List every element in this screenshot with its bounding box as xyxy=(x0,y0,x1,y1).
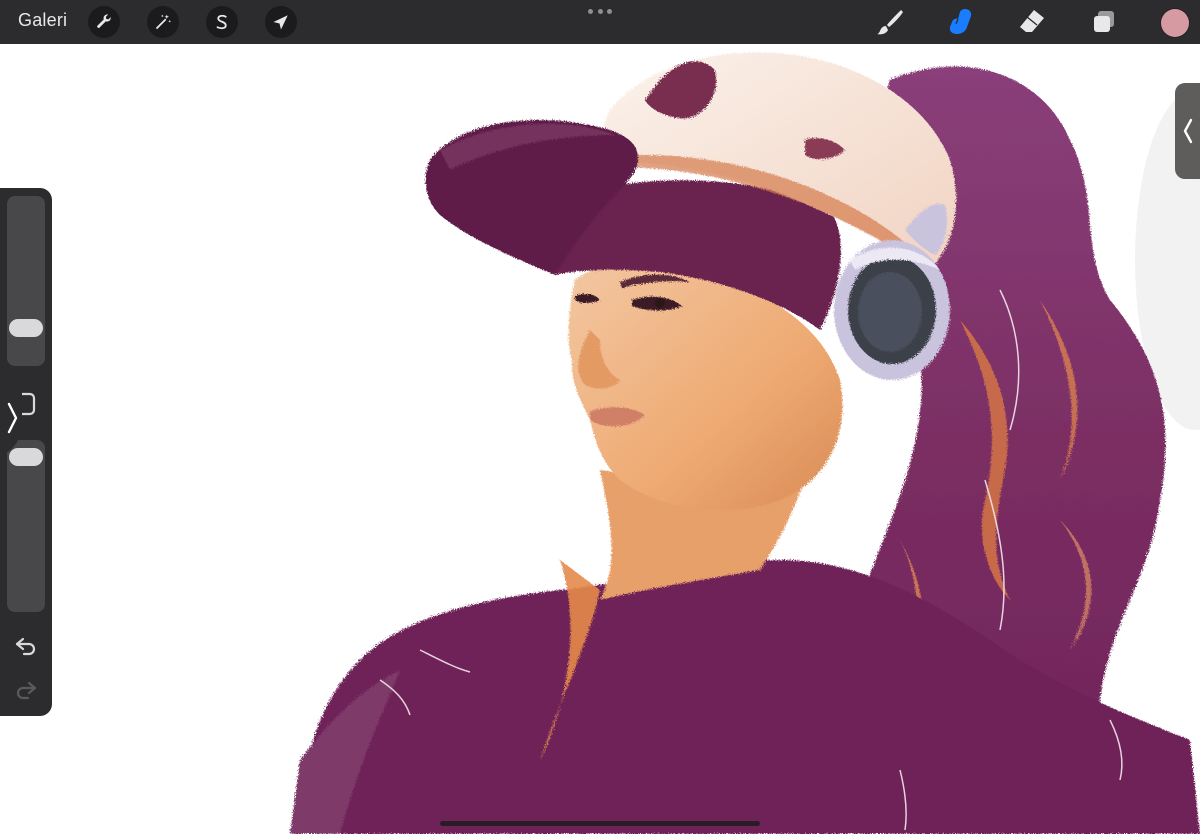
chevron-left-icon xyxy=(1183,118,1192,144)
brush-size-slider[interactable] xyxy=(7,196,45,366)
actions-button[interactable] xyxy=(88,6,120,38)
redo-icon xyxy=(16,681,37,700)
selection-button[interactable] xyxy=(206,6,238,38)
more-dot xyxy=(597,8,603,14)
wrench-icon xyxy=(97,14,111,28)
sidebar-collapse-handle[interactable] xyxy=(0,380,30,456)
brush-tool-button[interactable] xyxy=(874,6,906,38)
more-dot xyxy=(607,8,612,14)
procreate-screen: Galeri xyxy=(0,0,1200,834)
brush-opacity-slider[interactable] xyxy=(7,440,45,612)
reference-panel-tab[interactable] xyxy=(1175,83,1200,179)
layers-icon xyxy=(1094,11,1114,32)
selection-s-icon xyxy=(216,14,227,30)
layers-button[interactable] xyxy=(1088,6,1120,38)
brush-size-thumb[interactable] xyxy=(9,319,43,338)
home-indicator[interactable] xyxy=(440,821,760,826)
eraser-icon xyxy=(1020,10,1044,32)
undo-icon xyxy=(15,637,36,656)
smudge-tool-button[interactable] xyxy=(944,6,976,38)
chevron-right-icon xyxy=(0,380,22,456)
color-picker-swatch[interactable] xyxy=(1161,9,1189,37)
magic-wand-icon xyxy=(156,14,172,29)
undo-button[interactable] xyxy=(12,634,40,658)
transform-button[interactable] xyxy=(265,6,297,38)
gallery-button[interactable]: Galeri xyxy=(18,10,67,31)
adjustments-button[interactable] xyxy=(147,6,179,38)
redo-button[interactable] xyxy=(12,678,40,702)
more-dot xyxy=(588,8,593,14)
smudge-finger-icon xyxy=(949,9,972,34)
brush-icon xyxy=(877,10,903,35)
drawing-canvas[interactable] xyxy=(0,44,1200,834)
eraser-tool-button[interactable] xyxy=(1016,6,1048,38)
top-toolbar: Galeri xyxy=(0,0,1200,44)
arrow-cursor-icon xyxy=(273,15,288,30)
artwork xyxy=(290,52,1200,834)
more-dots-icon[interactable] xyxy=(588,4,612,18)
